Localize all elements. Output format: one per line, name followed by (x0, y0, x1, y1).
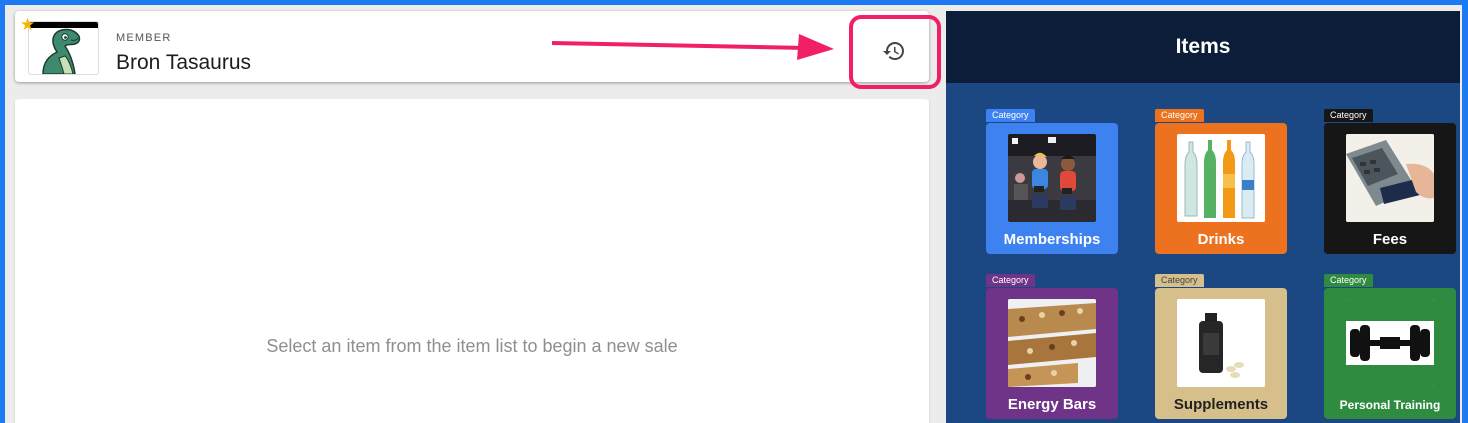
category-tag: Category (1324, 274, 1373, 287)
items-panel: Items Category Memberships Category Drin… (946, 11, 1460, 423)
category-tag: Category (1324, 109, 1373, 122)
supplement-bottle-photo-icon (1177, 299, 1265, 387)
category-label-memberships: Memberships (1003, 231, 1101, 248)
star-icon: ★ (20, 15, 36, 34)
history-button[interactable] (880, 37, 908, 65)
dinosaur-avatar-icon (42, 28, 81, 74)
category-tile-supplements[interactable]: Category Supplements (1155, 274, 1287, 419)
category-label-fees: Fees (1372, 231, 1408, 248)
category-tile-personal-training[interactable]: Category Personal Training (1324, 274, 1456, 419)
category-tile-energy-bars[interactable]: Category Energy Bars (986, 274, 1118, 419)
card-terminal-photo-icon (1346, 134, 1434, 222)
category-tag: Category (986, 109, 1035, 122)
history-icon (883, 42, 904, 60)
category-label-energy-bars: Energy Bars (1007, 396, 1097, 413)
category-label-personal-training: Personal Training (1339, 398, 1441, 412)
category-tile-drinks[interactable]: Category Drinks (1155, 109, 1287, 254)
empty-sale-message: Select an item from the item list to beg… (266, 336, 678, 356)
app-frame: ★ MEMBER Bron Tasaurus Select an item fr… (5, 5, 1462, 423)
annotation-arrow-icon (552, 34, 834, 60)
category-label-supplements: Supplements (1173, 396, 1269, 413)
dumbbell-photo-icon (1346, 299, 1434, 387)
items-title: Items (946, 11, 1460, 83)
category-tile-memberships[interactable]: Category Memberships (986, 109, 1118, 254)
category-tile-fees[interactable]: Category Fees (1324, 109, 1456, 254)
category-tag: Category (1155, 274, 1204, 287)
category-tag: Category (1155, 109, 1204, 122)
member-name[interactable]: Bron Tasaurus (116, 51, 251, 75)
bottles-photo-icon (1177, 134, 1265, 222)
avatar[interactable] (28, 21, 99, 75)
category-tag: Category (986, 274, 1035, 287)
fitness-class-photo-icon (1008, 134, 1096, 222)
sale-panel: Select an item from the item list to beg… (15, 99, 929, 423)
category-label-drinks: Drinks (1197, 231, 1245, 248)
member-label: MEMBER (116, 32, 172, 44)
energy-bars-photo-icon (1008, 299, 1096, 387)
